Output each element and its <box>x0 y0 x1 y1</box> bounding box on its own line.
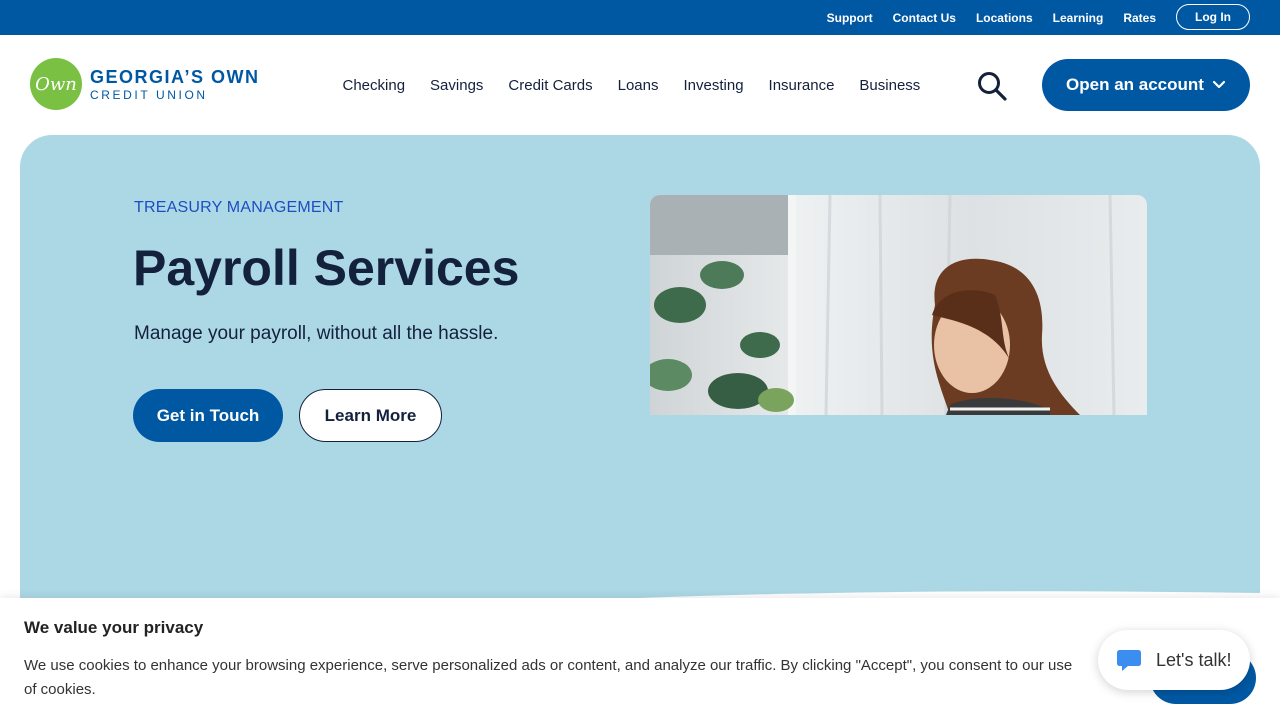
nav-item-checking[interactable]: Checking <box>343 77 406 94</box>
locations-link[interactable]: Locations <box>976 11 1033 25</box>
cookie-title: We value your privacy <box>24 618 204 637</box>
nav-item-savings[interactable]: Savings <box>430 77 483 94</box>
login-button[interactable]: Log In <box>1176 4 1250 30</box>
primary-nav: Checking Savings Credit Cards Loans Inve… <box>330 35 933 135</box>
nav-item-investing[interactable]: Investing <box>684 77 744 94</box>
rates-link[interactable]: Rates <box>1123 11 1156 25</box>
logo-mark-text: Own <box>35 73 77 95</box>
support-link[interactable]: Support <box>827 11 873 25</box>
hero-eyebrow: TREASURY MANAGEMENT <box>134 199 344 216</box>
hero-section: TREASURY MANAGEMENT Payroll Services Man… <box>20 135 1260 655</box>
logo-subname: CREDIT UNION <box>90 88 208 102</box>
contact-us-link[interactable]: Contact Us <box>893 11 956 25</box>
utility-bar: Support Contact Us Locations Learning Ra… <box>0 0 1280 35</box>
search-icon[interactable] <box>974 70 1010 102</box>
chat-widget[interactable]: Let's talk! <box>1098 630 1250 690</box>
hero-photo <box>650 195 1147 415</box>
logo[interactable]: Own GEORGIA’S OWN CREDIT UNION <box>30 58 280 112</box>
page-title: Payroll Services <box>133 240 520 296</box>
learn-more-button[interactable]: Learn More <box>299 389 442 442</box>
chevron-down-icon <box>1212 80 1226 89</box>
logo-mark: Own <box>30 58 82 110</box>
main-nav: Own GEORGIA’S OWN CREDIT UNION Checking … <box>0 35 1280 135</box>
nav-item-loans[interactable]: Loans <box>618 77 659 94</box>
chat-label: Let's talk! <box>1156 649 1232 670</box>
get-in-touch-button[interactable]: Get in Touch <box>133 389 283 442</box>
open-account-label: Open an account <box>1066 75 1204 94</box>
open-account-button[interactable]: Open an account <box>1042 59 1250 111</box>
nav-item-business[interactable]: Business <box>859 77 920 94</box>
hero-subtitle: Manage your payroll, without all the has… <box>134 323 499 344</box>
chat-bubble-icon <box>1117 650 1141 671</box>
cookie-text: We use cookies to enhance your browsing … <box>24 657 1073 698</box>
cookie-banner: We value your privacy We use cookies to … <box>0 598 1280 720</box>
nav-item-credit-cards[interactable]: Credit Cards <box>508 77 592 94</box>
learning-link[interactable]: Learning <box>1053 11 1104 25</box>
logo-name: GEORGIA’S OWN <box>90 67 260 87</box>
utility-links: Support Contact Us Locations Learning Ra… <box>807 0 1156 35</box>
nav-item-insurance[interactable]: Insurance <box>769 77 835 94</box>
